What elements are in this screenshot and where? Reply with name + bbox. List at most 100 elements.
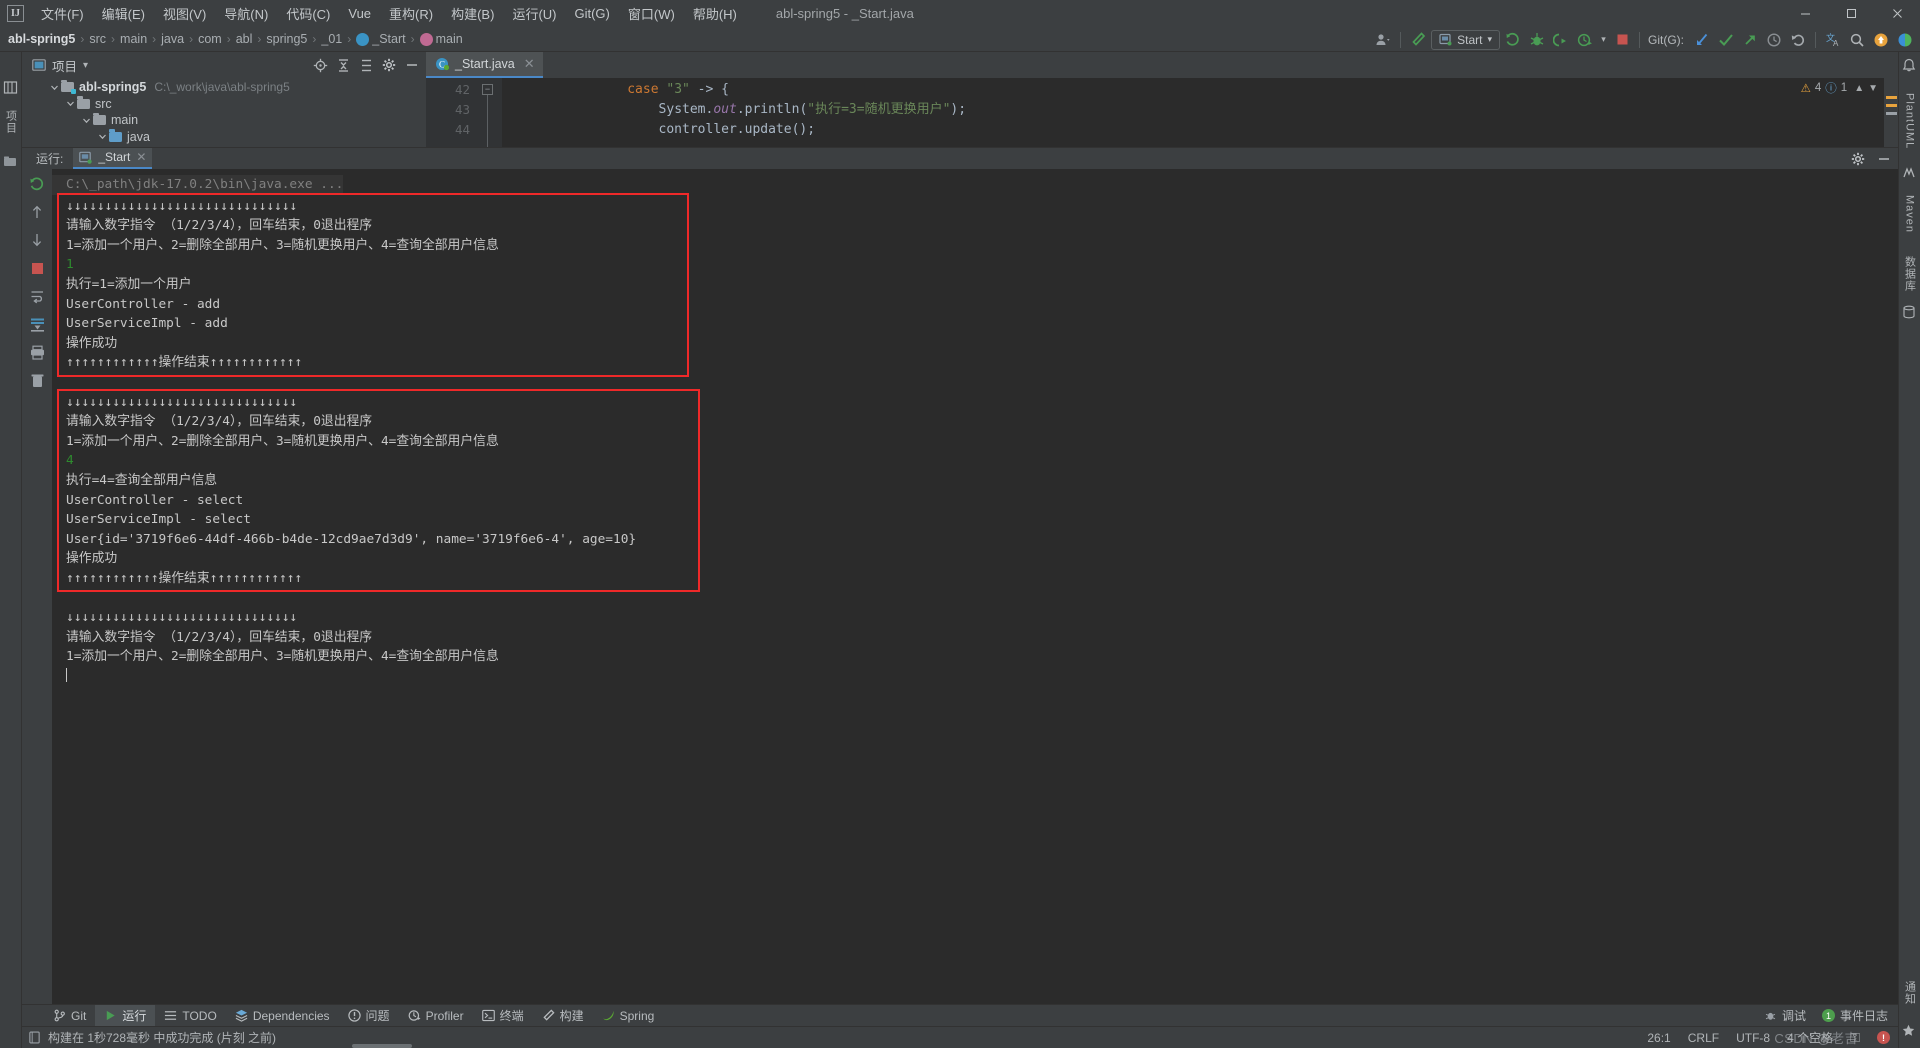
structure-tool-icon[interactable] [3,154,19,170]
editor-area[interactable]: 42 43 44 − case "3" -> { System.out.printl… [426,78,1898,147]
stop-icon[interactable] [1611,29,1633,51]
bottom-item-构建[interactable]: 构建 [533,1005,593,1027]
print-icon[interactable] [28,343,46,361]
build-hammer-icon[interactable] [1407,29,1429,51]
inspection-chevron-down-icon[interactable]: ▼ [1868,83,1878,94]
stop-icon[interactable] [28,259,46,277]
notifications-bell-icon[interactable] [1902,58,1918,74]
tree-node-main[interactable]: main [22,112,426,129]
menu-item-8[interactable]: 运行(U) [503,1,565,26]
user-account-icon[interactable] [1372,29,1394,51]
scroll-to-end-icon[interactable] [28,315,46,333]
bottom-item-debug[interactable]: 调试 [1764,1005,1806,1027]
fold-region-icon[interactable]: − [482,84,493,95]
file-encoding[interactable]: UTF-8 [1736,1031,1770,1045]
breadcrumb-item-8[interactable]: _Start [372,32,405,46]
minimize-button[interactable] [1782,0,1828,27]
right-rail-label-notification[interactable]: 通知 [1902,981,1918,1005]
project-rail-label[interactable]: 项目 [3,110,19,134]
bottom-item-Spring[interactable]: Spring [593,1005,664,1027]
console-input-caret[interactable] [52,667,1898,687]
editor-inspection-badge[interactable]: ⚠ 4 ⓘ 1 ▲ ▼ [1801,80,1878,96]
soft-wrap-icon[interactable] [28,287,46,305]
indent-setting[interactable]: 4 个空格 [1787,1029,1833,1046]
breadcrumb-item-5[interactable]: abl [236,32,253,46]
maven-tool-icon[interactable] [1902,166,1918,182]
favorites-star-icon[interactable] [1902,1024,1918,1040]
expand-all-icon[interactable] [356,55,376,75]
chevron-down-icon[interactable] [64,99,77,108]
breadcrumb-item-9[interactable]: main [436,32,463,46]
right-rail-label-maven[interactable]: Maven [1904,195,1916,233]
hide-panel-icon[interactable] [402,55,422,75]
console-output[interactable]: C:\_path\jdk-17.0.2\bin\java.exe ... ↓↓↓… [52,169,1898,1004]
menu-item-3[interactable]: 导航(N) [215,1,277,26]
hide-panel-icon[interactable] [1874,149,1894,169]
git-commit-icon[interactable] [1715,29,1737,51]
git-push-icon[interactable] [1739,29,1761,51]
git-update-icon[interactable] [1691,29,1713,51]
bottom-item-Dependencies[interactable]: Dependencies [226,1005,339,1027]
error-notification-icon[interactable]: ! [1877,1031,1890,1044]
menu-item-11[interactable]: 帮助(H) [684,1,746,26]
close-icon[interactable]: ✕ [136,147,146,168]
translate-icon[interactable]: 文 A [1822,29,1844,51]
run-configuration-selector[interactable]: Start ▾ [1431,29,1500,50]
clear-all-icon[interactable] [28,371,46,389]
bottom-item-TODO[interactable]: TODO [155,1005,225,1027]
editor-code[interactable]: case "3" -> { System.out.println("执行=3=随… [502,78,1898,147]
menu-item-2[interactable]: 视图(V) [154,1,215,26]
tree-node-src[interactable]: src [22,96,426,113]
rerun-icon[interactable] [28,175,46,193]
project-tree[interactable]: abl-spring5 C:\_work\java\abl-spring5 src m… [22,78,426,145]
update-available-icon[interactable] [1870,29,1892,51]
ide-features-icon[interactable] [1894,29,1916,51]
inspection-mark-warning-2[interactable] [1886,104,1897,107]
menu-item-10[interactable]: 窗口(W) [619,1,684,26]
menu-item-6[interactable]: 重构(R) [380,1,442,26]
project-tool-icon[interactable] [3,80,19,96]
chevron-down-icon[interactable] [48,83,61,92]
breadcrumb-item-7[interactable]: _01 [321,32,342,46]
scroll-down-icon[interactable] [28,231,46,249]
debug-bug-icon[interactable] [1526,29,1548,51]
close-button[interactable] [1874,0,1920,27]
run-with-coverage-icon[interactable] [1550,29,1572,51]
maximize-button[interactable] [1828,0,1874,27]
chevron-down-icon[interactable] [80,116,93,125]
caret-position[interactable]: 26:1 [1647,1031,1670,1045]
bottom-item-运行[interactable]: 运行 [95,1004,156,1027]
menu-item-5[interactable]: Vue [339,3,380,24]
chevron-down-icon[interactable]: ▾ [1487,34,1492,45]
menu-item-9[interactable]: Git(G) [565,3,618,24]
collapse-all-icon[interactable] [333,55,353,75]
bottom-item-问题[interactable]: 问题 [339,1005,399,1027]
search-icon[interactable] [1846,29,1868,51]
git-rollback-icon[interactable] [1787,29,1809,51]
right-rail-label-plantuml[interactable]: PlantUML [1904,93,1916,149]
run-tab-start[interactable]: _Start ✕ [73,147,153,169]
database-tool-icon[interactable] [1902,305,1918,321]
scroll-from-source-icon[interactable] [310,55,330,75]
menu-item-0[interactable]: 文件(F) [32,1,93,26]
bottom-item-终端[interactable]: 终端 [473,1005,533,1027]
tree-node-abl-spring5[interactable]: abl-spring5 C:\_work\java\abl-spring5 [22,79,426,96]
settings-gear-icon[interactable] [379,55,399,75]
menu-item-7[interactable]: 构建(B) [442,1,503,26]
breadcrumb-item-2[interactable]: main [120,32,147,46]
breadcrumb-item-6[interactable]: spring5 [266,32,307,46]
inspection-chevron-up-icon[interactable]: ▲ [1854,83,1864,94]
bottom-item-Git[interactable]: Git [44,1005,95,1027]
editor-fold-column[interactable]: − [476,78,502,147]
bottom-item-event-log[interactable]: 1 事件日志 [1821,1005,1888,1027]
editor-tab-start-java[interactable]: C _Start.java ✕ [426,52,543,78]
bottom-item-Profiler[interactable]: Profiler [399,1005,473,1027]
line-separator[interactable]: CRLF [1688,1031,1719,1045]
chevron-down-icon[interactable] [96,132,109,141]
lock-icon[interactable]: ⚿ [1850,1030,1860,1046]
breadcrumb-item-0[interactable]: abl-spring5 [8,32,75,46]
scroll-up-icon[interactable] [28,203,46,221]
breadcrumb-item-1[interactable]: src [89,32,106,46]
close-icon[interactable]: ✕ [524,56,535,72]
settings-gear-icon[interactable] [1848,149,1868,169]
